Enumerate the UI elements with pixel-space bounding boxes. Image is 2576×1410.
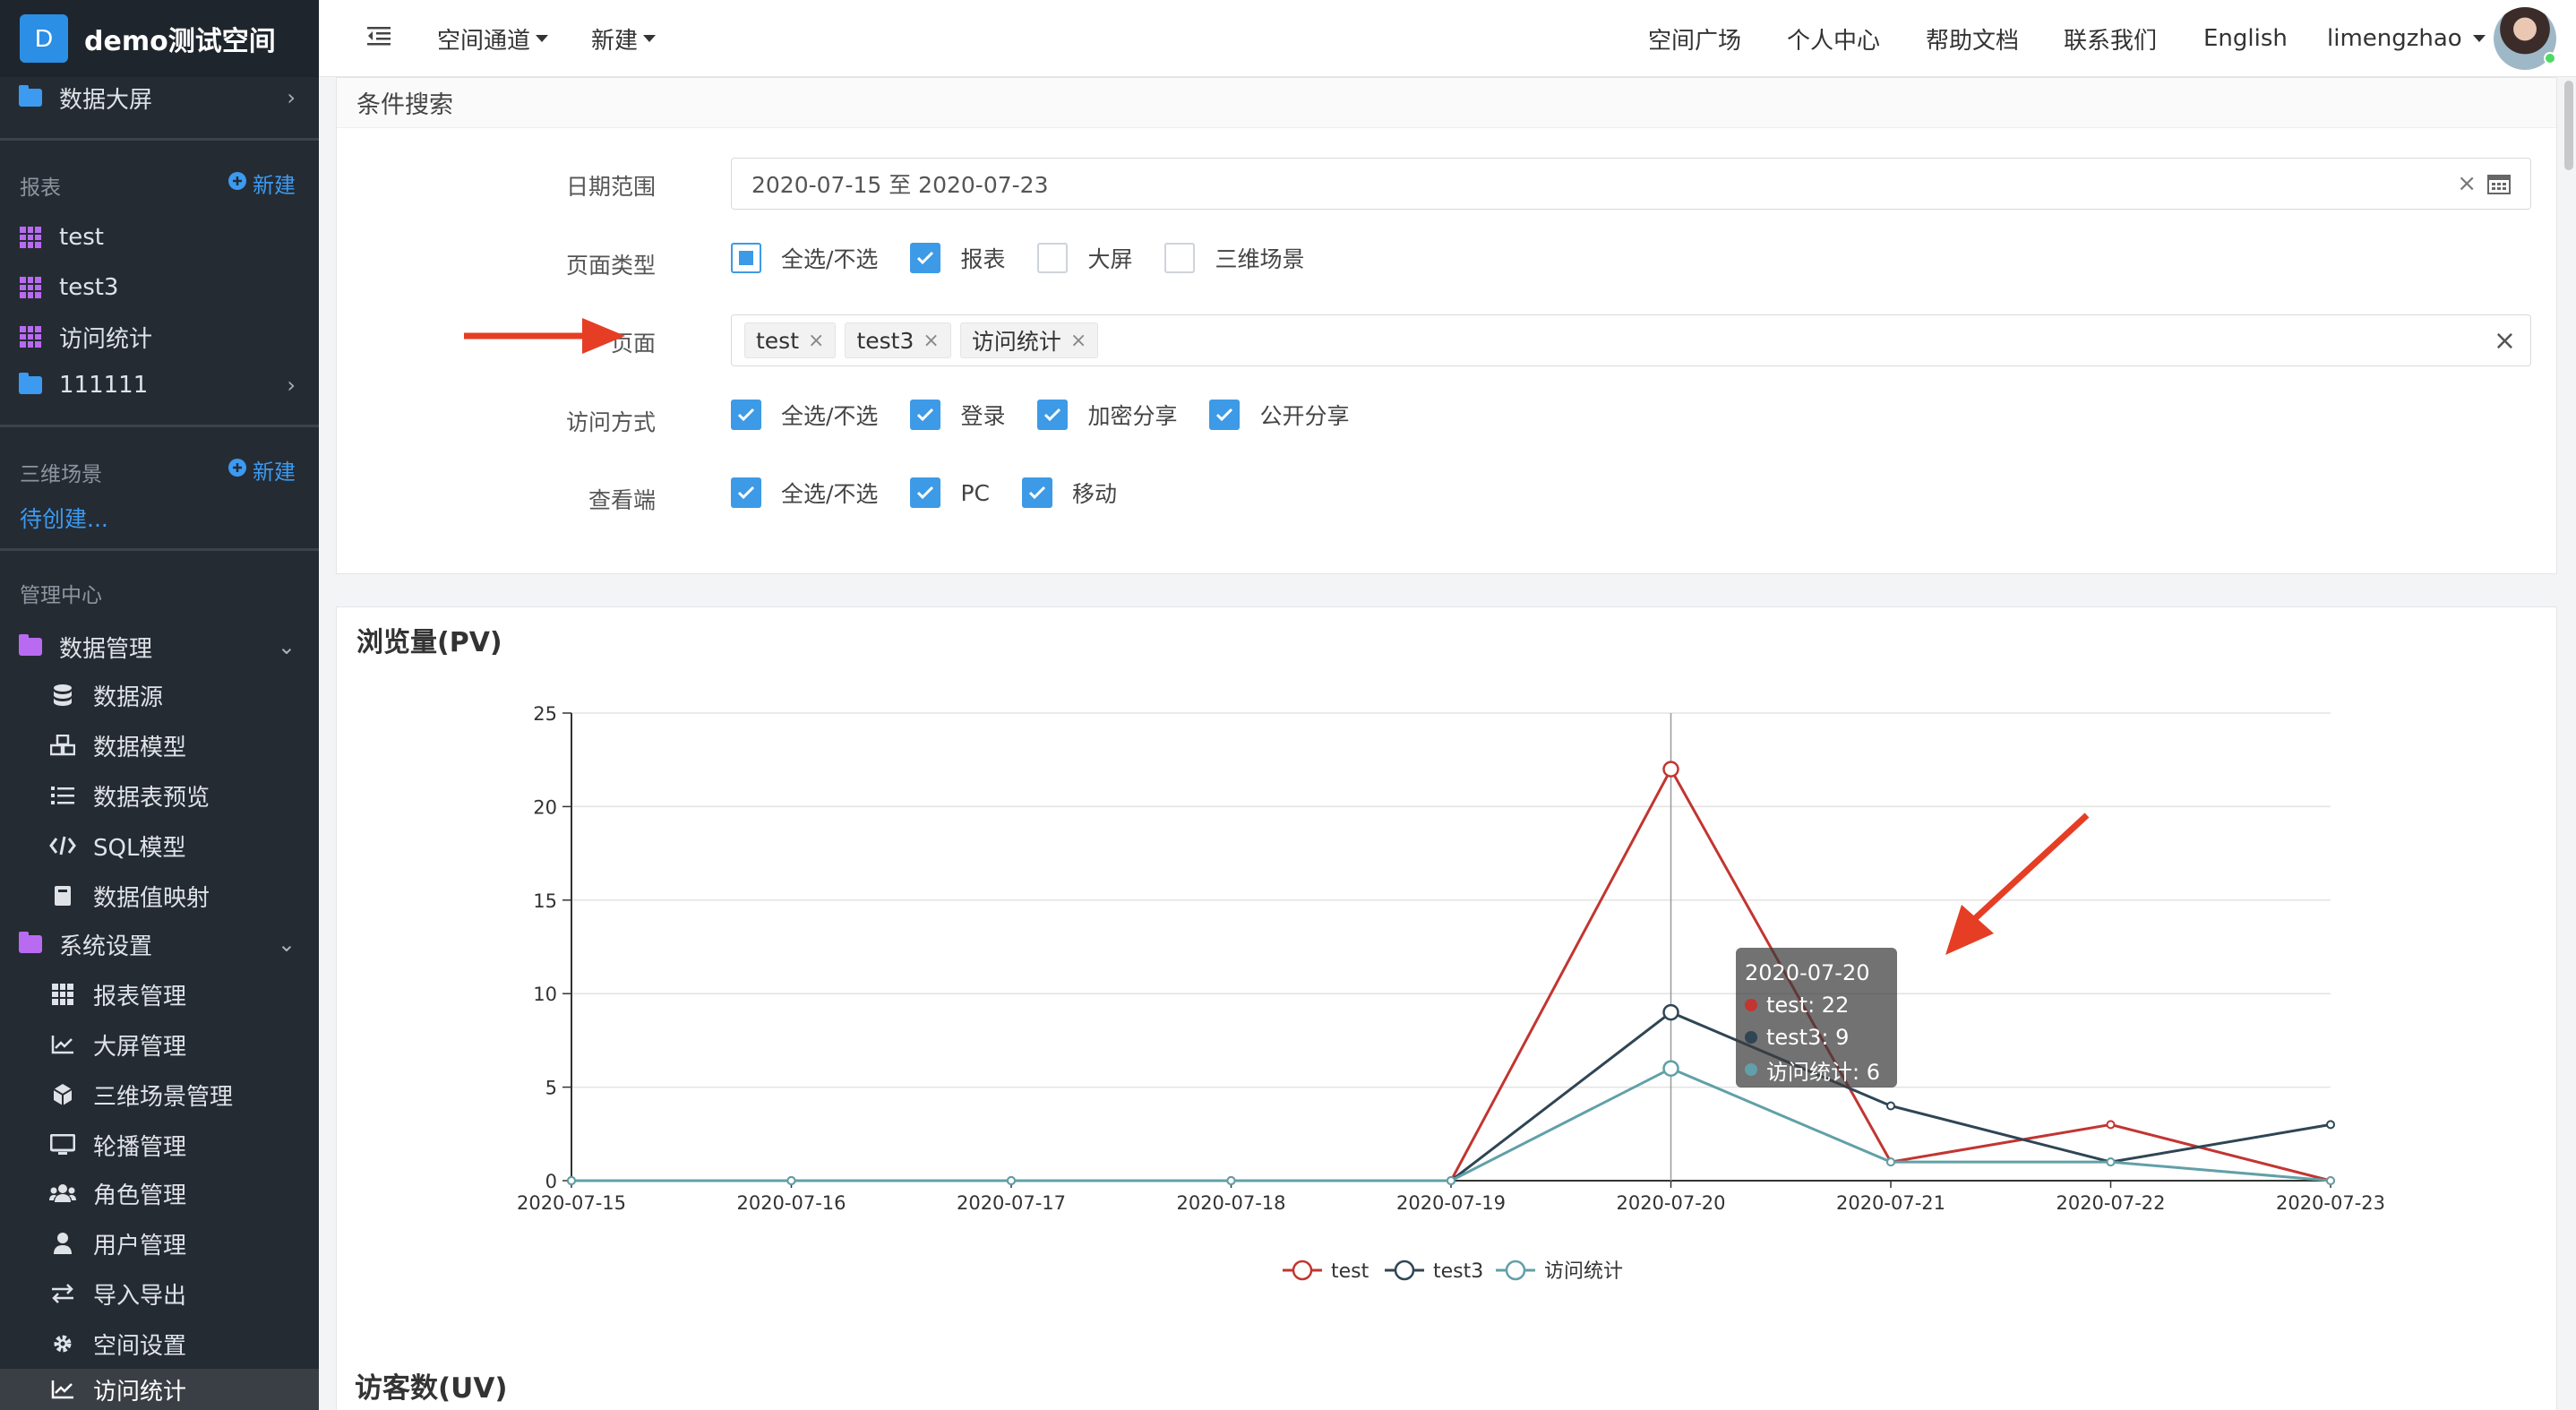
data-point	[567, 1176, 576, 1185]
legend-label: 访问统计	[1544, 1260, 1623, 1283]
y-tick-label: 10	[533, 984, 557, 1005]
series-line-2	[571, 1010, 2331, 1182]
data-point	[1226, 1176, 1236, 1185]
x-tick-label: 2020-07-19	[1396, 1192, 1506, 1214]
legend-label: test3	[1433, 1260, 1483, 1283]
pv-line-chart[interactable]: 0 5 10 15 20 25 2020-07-15 2020-07-16 2020-07-17…	[0, 0, 2576, 1410]
scrollbar-thumb[interactable]	[2564, 81, 2573, 170]
legend-marker	[1292, 1260, 1313, 1281]
legend-marker	[1394, 1260, 1415, 1281]
series-dot	[1745, 999, 1757, 1011]
series-line-3	[571, 1067, 2331, 1182]
data-point	[1007, 1176, 1016, 1185]
x-tick-label: 2020-07-18	[1176, 1192, 1285, 1214]
tooltip-line-test3: test3: 9	[1745, 1021, 1888, 1053]
legend-label: test	[1331, 1260, 1370, 1283]
tooltip-date: 2020-07-20	[1745, 960, 1870, 985]
data-point	[1662, 1003, 1679, 1021]
x-tick-label: 2020-07-15	[517, 1192, 626, 1214]
data-point	[2106, 1157, 2116, 1167]
x-tick-label: 2020-07-17	[957, 1192, 1066, 1214]
data-point	[786, 1176, 796, 1185]
legend-marker	[1505, 1260, 1526, 1281]
y-tick-label: 20	[533, 796, 557, 818]
tooltip-value: 访问统计: 6	[1766, 1059, 1880, 1085]
tooltip-value: test: 22	[1766, 993, 1850, 1018]
series-dot	[1745, 1031, 1757, 1044]
data-point	[1886, 1157, 1895, 1167]
tooltip-line-test: test: 22	[1745, 989, 1888, 1021]
series-dot	[1745, 1063, 1757, 1076]
x-tick-label: 2020-07-22	[2056, 1192, 2165, 1214]
tooltip-value: test3: 9	[1766, 1025, 1850, 1050]
x-tick-label: 2020-07-23	[2276, 1192, 2385, 1214]
tooltip-line-visit: 访问统计: 6	[1745, 1053, 1888, 1086]
data-point	[2326, 1120, 2335, 1130]
data-point	[1447, 1176, 1455, 1185]
data-point	[2326, 1176, 2335, 1185]
data-point	[1662, 761, 1679, 778]
y-tick-label: 0	[545, 1171, 557, 1192]
annotation-arrow-tooltip	[1945, 812, 2090, 955]
x-tick-label: 2020-07-16	[736, 1192, 846, 1214]
page-scrollbar[interactable]	[2562, 77, 2576, 185]
y-tick-label: 15	[533, 890, 557, 912]
x-tick-label: 2020-07-20	[1616, 1192, 1725, 1214]
data-point	[1886, 1101, 1895, 1111]
chart-tooltip: 2020-07-20 test: 22 test3: 9 访问统计: 6	[1736, 948, 1897, 1088]
data-point	[1662, 1060, 1679, 1077]
data-point	[2106, 1120, 2116, 1130]
y-tick-label: 5	[545, 1078, 557, 1099]
y-tick-label: 25	[533, 703, 557, 725]
x-tick-label: 2020-07-21	[1836, 1192, 1945, 1214]
annotation-arrow-page	[464, 318, 625, 354]
